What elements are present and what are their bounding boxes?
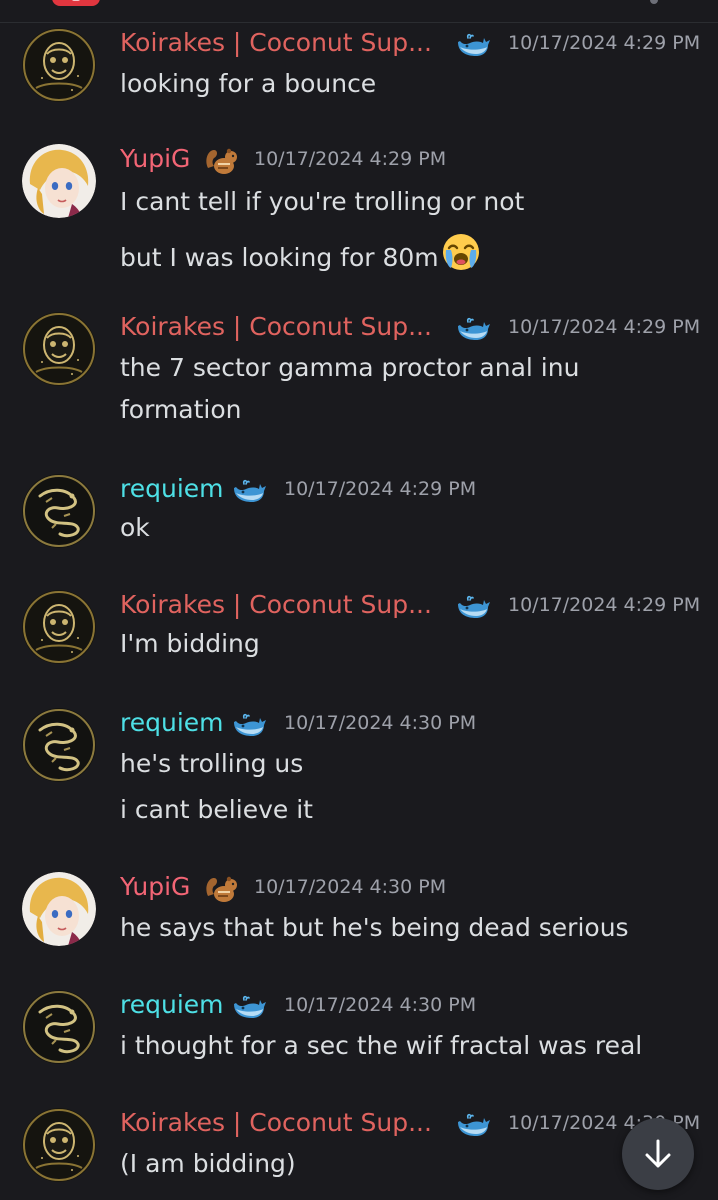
avatar[interactable] bbox=[22, 590, 96, 664]
message-line: I'm bidding bbox=[120, 629, 260, 658]
top-bar bbox=[0, 0, 718, 23]
whale-icon bbox=[232, 712, 268, 738]
author-name[interactable]: requiem bbox=[120, 474, 224, 504]
message-line: he says that but he's being dead serious bbox=[120, 913, 629, 942]
chipmunk-icon bbox=[204, 874, 240, 904]
author-name[interactable]: YupiG bbox=[120, 144, 190, 174]
avatar[interactable] bbox=[22, 872, 96, 946]
message-line: (I am bidding) bbox=[120, 1149, 296, 1178]
chipmunk-icon bbox=[204, 146, 240, 176]
timestamp: 10/17/2024 4:29 PM bbox=[254, 148, 447, 170]
message-line: ok bbox=[120, 513, 150, 542]
avatar[interactable] bbox=[22, 1108, 96, 1182]
avatar[interactable] bbox=[22, 990, 96, 1064]
whale-icon bbox=[232, 994, 268, 1020]
author-name[interactable]: Koirakes | Coconut Sup... bbox=[120, 28, 432, 58]
scroll-to-bottom-button[interactable] bbox=[622, 1118, 694, 1190]
avatar[interactable] bbox=[22, 474, 96, 548]
timestamp: 10/17/2024 4:30 PM bbox=[254, 876, 447, 898]
message-line: i cant believe it bbox=[120, 795, 313, 824]
author-name[interactable]: requiem bbox=[120, 990, 224, 1020]
message-line: I cant tell if you're trolling or not bbox=[120, 187, 525, 216]
timestamp: 10/17/2024 4:29 PM bbox=[284, 478, 477, 500]
timestamp: 10/17/2024 4:29 PM bbox=[508, 594, 701, 616]
whale-icon bbox=[456, 316, 492, 342]
timestamp: 10/17/2024 4:30 PM bbox=[284, 712, 477, 734]
whale-icon bbox=[456, 1112, 492, 1138]
whale-icon bbox=[232, 478, 268, 504]
avatar[interactable] bbox=[22, 144, 96, 218]
avatar[interactable] bbox=[22, 708, 96, 782]
notification-badge[interactable] bbox=[52, 0, 100, 6]
whale-icon bbox=[456, 32, 492, 58]
timestamp: 10/17/2024 4:29 PM bbox=[508, 316, 701, 338]
timestamp: 10/17/2024 4:30 PM bbox=[284, 994, 477, 1016]
avatar[interactable] bbox=[22, 312, 96, 386]
author-name[interactable]: requiem bbox=[120, 708, 224, 738]
arrow-down-icon bbox=[645, 1139, 671, 1168]
author-name[interactable]: Koirakes | Coconut Sup... bbox=[120, 312, 432, 342]
whale-icon bbox=[456, 594, 492, 620]
message-line: but I was looking for 80m bbox=[120, 232, 481, 272]
loudly-crying-face-icon bbox=[441, 232, 481, 272]
overflow-menu-icon[interactable] bbox=[650, 0, 658, 4]
author-name[interactable]: Koirakes | Coconut Sup... bbox=[120, 1108, 432, 1138]
author-name[interactable]: Koirakes | Coconut Sup... bbox=[120, 590, 432, 620]
message-line: the 7 sector gamma proctor anal inu bbox=[120, 353, 580, 382]
message-line: looking for a bounce bbox=[120, 69, 377, 98]
message-line: i thought for a sec the wif fractal was … bbox=[120, 1031, 643, 1060]
message-line: formation bbox=[120, 395, 242, 424]
avatar[interactable] bbox=[22, 28, 96, 102]
author-name[interactable]: YupiG bbox=[120, 872, 190, 902]
timestamp: 10/17/2024 4:29 PM bbox=[508, 32, 701, 54]
message-line: he's trolling us bbox=[120, 749, 304, 778]
